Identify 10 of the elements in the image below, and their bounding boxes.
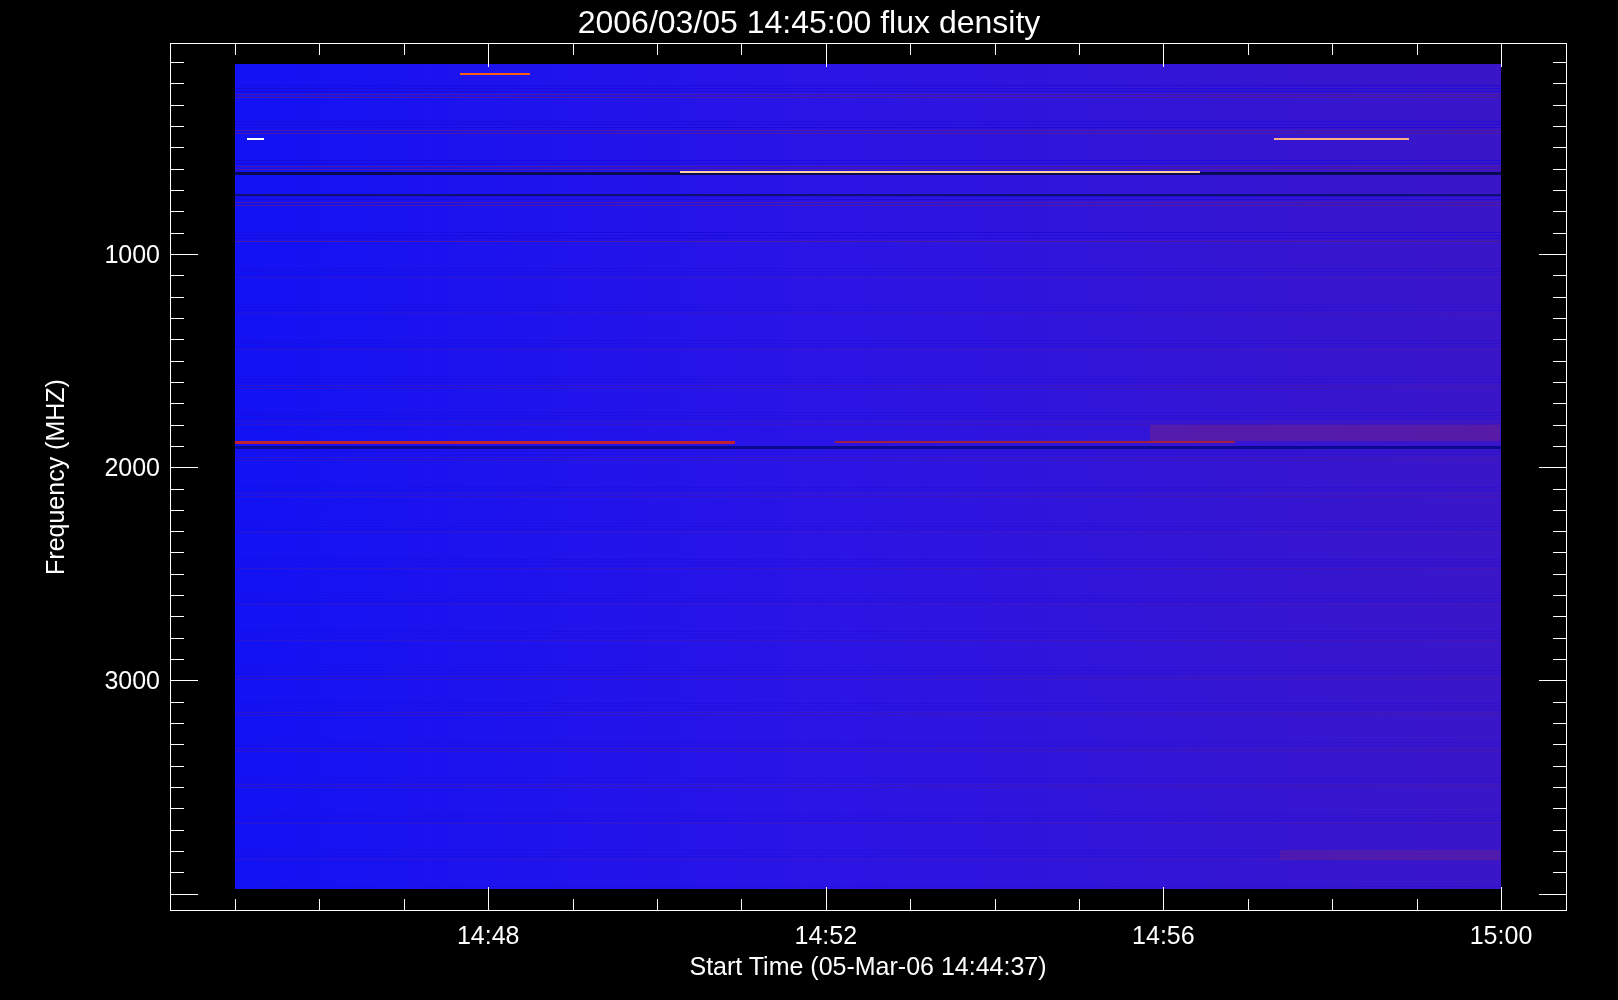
chart-title: 2006/03/05 14:45:00 flux density [577, 4, 1041, 40]
x-tick-label: 15:00 [1469, 921, 1533, 949]
y-tick-label: 1000 [104, 240, 160, 268]
x-tick-label: 14:52 [794, 921, 858, 949]
y-axis-label: Frequency (MHZ) [41, 379, 69, 575]
y-tick-label: 2000 [104, 453, 160, 482]
y-tick-label: 3000 [104, 666, 160, 695]
x-tick-label: 14:48 [456, 921, 520, 949]
x-axis-label: Start Time (05-Mar-06 14:44:37) [689, 952, 1047, 980]
x-tick-label: 14:56 [1132, 921, 1195, 949]
